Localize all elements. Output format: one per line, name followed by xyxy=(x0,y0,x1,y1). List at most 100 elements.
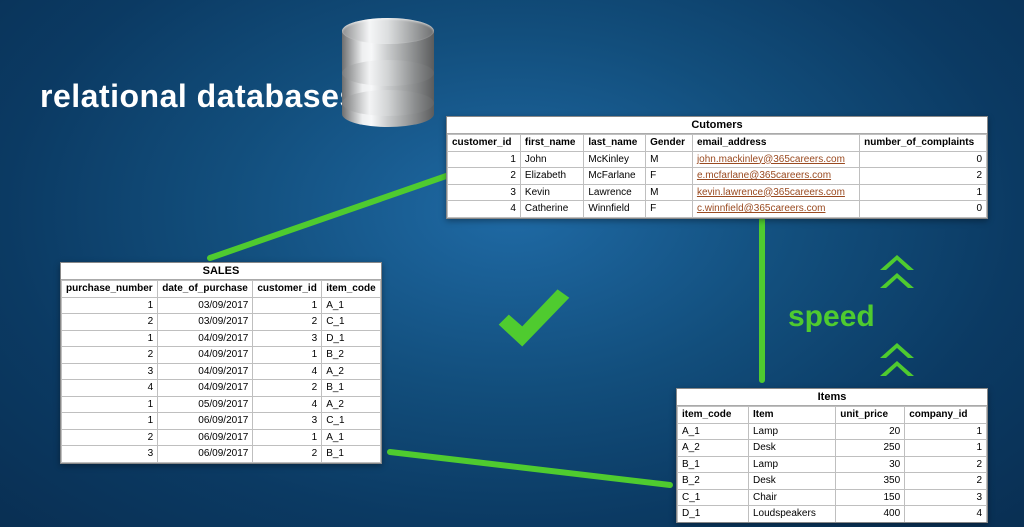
col-header: item_code xyxy=(322,281,381,298)
cell: Loudspeakers xyxy=(749,506,836,522)
cell: 1 xyxy=(253,347,322,364)
database-cylinder-icon xyxy=(342,18,434,130)
col-header: email_address xyxy=(692,135,859,152)
table-row: 203/09/20172C_1 xyxy=(62,314,381,331)
speed-arrows-up-bottom xyxy=(880,340,914,379)
cell: kevin.lawrence@365careers.com xyxy=(692,184,859,201)
table-row: 206/09/20171A_1 xyxy=(62,429,381,446)
table-row: 103/09/20171A_1 xyxy=(62,297,381,314)
cell: C_1 xyxy=(678,489,749,506)
cell: B_1 xyxy=(678,456,749,473)
cell: Kevin xyxy=(520,184,583,201)
cell: Lamp xyxy=(749,456,836,473)
cell: Desk xyxy=(749,473,836,490)
cell: 1 xyxy=(860,184,987,201)
cell: 20 xyxy=(836,423,905,440)
cell: 1 xyxy=(62,413,158,430)
cell: D_1 xyxy=(322,330,381,347)
speed-label: speed xyxy=(788,300,875,334)
cell: Chair xyxy=(749,489,836,506)
cell: 4 xyxy=(448,201,521,218)
table-items-caption: Items xyxy=(677,389,987,406)
col-header: unit_price xyxy=(836,407,905,424)
cell: 03/09/2017 xyxy=(158,314,253,331)
cell: 03/09/2017 xyxy=(158,297,253,314)
cell: Lawrence xyxy=(584,184,646,201)
col-header: customer_id xyxy=(448,135,521,152)
cell: 4 xyxy=(62,380,158,397)
cell: 150 xyxy=(836,489,905,506)
cell: 2 xyxy=(253,380,322,397)
cell: M xyxy=(646,184,693,201)
table-items: Items item_code Item unit_price company_… xyxy=(676,388,988,523)
cell: 1 xyxy=(62,396,158,413)
cell: 1 xyxy=(62,330,158,347)
cell: A_2 xyxy=(322,363,381,380)
cell: 2 xyxy=(905,456,987,473)
cell: McKinley xyxy=(584,151,646,168)
cell: 250 xyxy=(836,440,905,457)
table-row: 306/09/20172B_1 xyxy=(62,446,381,463)
cell: 2 xyxy=(860,168,987,185)
cell: John xyxy=(520,151,583,168)
cell: 1 xyxy=(253,297,322,314)
cell: 4 xyxy=(905,506,987,522)
cell: 04/09/2017 xyxy=(158,363,253,380)
cell: 2 xyxy=(62,429,158,446)
table-sales: SALES purchase_number date_of_purchase c… xyxy=(60,262,382,464)
cell: 30 xyxy=(836,456,905,473)
col-header: company_id xyxy=(905,407,987,424)
cell: 4 xyxy=(253,396,322,413)
table-sales-caption: SALES xyxy=(61,263,381,280)
cell: 04/09/2017 xyxy=(158,380,253,397)
cell: B_2 xyxy=(678,473,749,490)
table-row: D_1Loudspeakers4004 xyxy=(678,506,987,522)
cell: 3 xyxy=(253,330,322,347)
cell: B_1 xyxy=(322,446,381,463)
cell: A_2 xyxy=(678,440,749,457)
cell: 04/09/2017 xyxy=(158,330,253,347)
cell: 0 xyxy=(860,201,987,218)
table-row: 3KevinLawrenceMkevin.lawrence@365careers… xyxy=(448,184,987,201)
cell: A_2 xyxy=(322,396,381,413)
email-link[interactable]: c.winnfield@365careers.com xyxy=(697,203,826,214)
email-link[interactable]: kevin.lawrence@365careers.com xyxy=(697,187,845,198)
email-link[interactable]: john.mackinley@365careers.com xyxy=(697,154,845,165)
col-header: last_name xyxy=(584,135,646,152)
cell: 2 xyxy=(253,446,322,463)
cell: 3 xyxy=(905,489,987,506)
cell: 06/09/2017 xyxy=(158,413,253,430)
col-header: Item xyxy=(749,407,836,424)
cell: M xyxy=(646,151,693,168)
table-customers: Cutomers customer_id first_name last_nam… xyxy=(446,116,988,219)
cell: 4 xyxy=(253,363,322,380)
table-row: 2ElizabethMcFarlaneFe.mcfarlane@365caree… xyxy=(448,168,987,185)
cell: john.mackinley@365careers.com xyxy=(692,151,859,168)
cell: McFarlane xyxy=(584,168,646,185)
table-row: B_2Desk3502 xyxy=(678,473,987,490)
cell: Elizabeth xyxy=(520,168,583,185)
table-row: 304/09/20174A_2 xyxy=(62,363,381,380)
checkmark-icon xyxy=(492,288,576,358)
cell: A_1 xyxy=(322,297,381,314)
cell: 2 xyxy=(253,314,322,331)
cell: 3 xyxy=(62,363,158,380)
cell: 06/09/2017 xyxy=(158,446,253,463)
cell: F xyxy=(646,201,693,218)
col-header: number_of_complaints xyxy=(860,135,987,152)
cell: 3 xyxy=(448,184,521,201)
cell: 2 xyxy=(905,473,987,490)
table-row: 1JohnMcKinleyMjohn.mackinley@365careers.… xyxy=(448,151,987,168)
cell: 1 xyxy=(62,297,158,314)
table-row: C_1Chair1503 xyxy=(678,489,987,506)
table-customers-caption: Cutomers xyxy=(447,117,987,134)
cell: Desk xyxy=(749,440,836,457)
cell: 2 xyxy=(62,347,158,364)
cell: 1 xyxy=(905,423,987,440)
table-row: 204/09/20171B_2 xyxy=(62,347,381,364)
cell: C_1 xyxy=(322,314,381,331)
cell: 0 xyxy=(860,151,987,168)
email-link[interactable]: e.mcfarlane@365careers.com xyxy=(697,170,831,181)
cell: C_1 xyxy=(322,413,381,430)
table-row: B_1Lamp302 xyxy=(678,456,987,473)
